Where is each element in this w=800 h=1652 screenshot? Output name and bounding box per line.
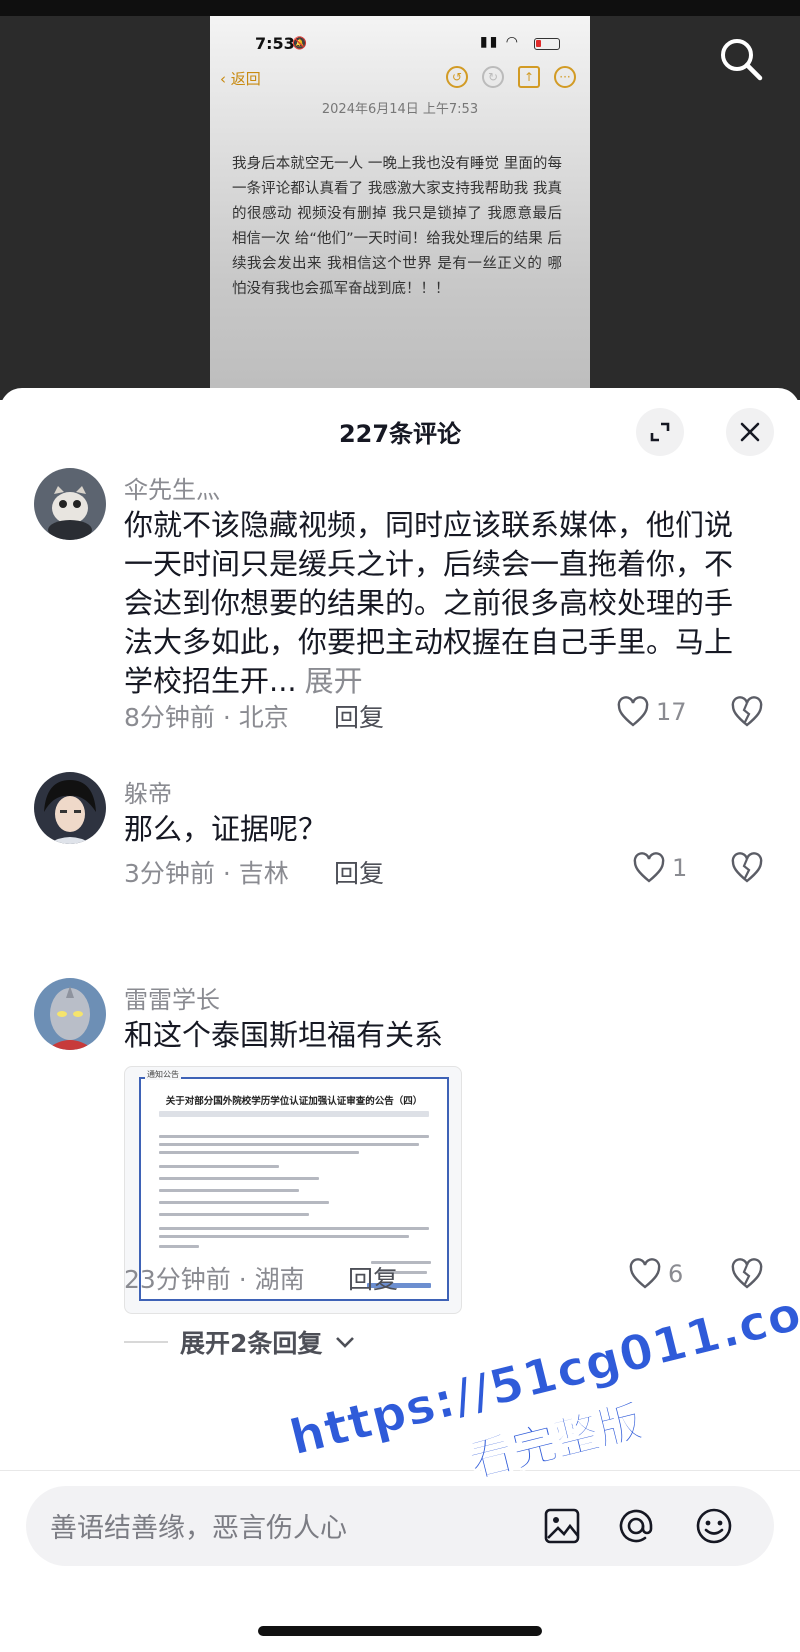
comment-author[interactable]: 伞先生灬 [124, 470, 220, 505]
comment-input[interactable]: 善语结善缘，恶言伤人心 [26, 1486, 774, 1566]
notice-line [159, 1177, 319, 1180]
notice-line [159, 1201, 329, 1204]
notice-line [159, 1213, 309, 1216]
battery-icon [534, 38, 560, 50]
at-icon[interactable] [614, 1504, 658, 1548]
note-back-link: ‹ 返回 [220, 70, 261, 88]
note-screenshot: 7:53 🔕 ▮▮ ◠ ‹ 返回 ↺ ↻ ↑ ··· 2024年6月14日 上午… [210, 16, 590, 396]
home-indicator [258, 1626, 542, 1636]
search-icon[interactable] [718, 36, 764, 82]
avatar[interactable] [34, 978, 106, 1050]
close-icon[interactable] [726, 408, 774, 456]
notice-line [159, 1189, 299, 1192]
mute-bell-icon: 🔕 [292, 36, 307, 50]
comment-text: 你就不该隐藏视频，同时应该联系媒体，他们说一天时间只是缓兵之计，后续会一直拖着你… [124, 506, 754, 701]
note-status-time: 7:53 [255, 34, 295, 53]
like-count: 6 [668, 1260, 684, 1288]
more-icon: ··· [554, 66, 576, 88]
like-count: 17 [656, 698, 687, 726]
avatar[interactable] [34, 772, 106, 844]
notice-line [159, 1235, 409, 1238]
expand-link[interactable]: 展开 [305, 664, 363, 698]
expand-replies-label: 展开2条回复 [180, 1329, 323, 1358]
note-date: 2024年6月14日 上午7:53 [321, 102, 479, 117]
broken-heart-icon [731, 852, 763, 883]
notice-line [159, 1135, 429, 1138]
expand-replies-button[interactable]: 展开2条回复 [124, 1324, 356, 1360]
comment-meta: 3分钟前 · 吉林 [124, 859, 289, 888]
notice-line [159, 1111, 429, 1117]
heart-icon [633, 852, 665, 883]
divider [0, 1470, 800, 1471]
notice-line [159, 1143, 419, 1146]
like-button[interactable]: 17 [616, 696, 687, 728]
reply-button[interactable]: 回复 [348, 1260, 398, 1296]
like-button[interactable]: 6 [628, 1258, 683, 1290]
notice-line [159, 1165, 279, 1168]
comment-text: 那么，证据呢？ [124, 812, 328, 846]
dislike-button[interactable] [730, 1258, 764, 1294]
broken-heart-icon [731, 696, 763, 727]
video-player[interactable]: 7:53 🔕 ▮▮ ◠ ‹ 返回 ↺ ↻ ↑ ··· 2024年6月14日 上午… [0, 0, 800, 400]
notice-line [159, 1151, 359, 1154]
top-edge [0, 0, 800, 16]
comment-meta: 8分钟前 · 北京 [124, 703, 289, 732]
note-back-label: 返回 [230, 70, 261, 88]
notice-header: 通知公告 [145, 1069, 181, 1080]
signal-wifi-icon: ▮▮ ◠ [479, 34, 520, 50]
notice-line [159, 1227, 429, 1230]
heart-icon [617, 696, 649, 727]
reply-button[interactable]: 回复 [334, 854, 384, 890]
reply-button[interactable]: 回复 [334, 698, 384, 734]
share-icon: ↑ [518, 66, 540, 88]
comment-author[interactable]: 雷雷学长 [124, 980, 220, 1015]
dislike-button[interactable] [730, 852, 764, 888]
heart-icon [629, 1258, 661, 1289]
note-body: 我身后本就空无一人 一晚上我也没有睡觉 里面的每一条评论都认真看了 我感激大家支… [232, 156, 562, 297]
comment-text-body: 你就不该隐藏视频，同时应该联系媒体，他们说一天时间只是缓兵之计，后续会一直拖着你… [124, 508, 734, 698]
avatar[interactable] [34, 468, 106, 540]
comment-meta: 23分钟前 · 湖南 [124, 1265, 305, 1294]
redo-icon: ↻ [482, 66, 504, 88]
note-toolbar: ↺ ↻ ↑ ··· [446, 66, 576, 88]
like-count: 1 [672, 854, 688, 882]
comment-input-placeholder: 善语结善缘，恶言伤人心 [50, 1513, 347, 1544]
like-button[interactable]: 1 [632, 852, 687, 884]
chevron-down-icon [336, 1337, 355, 1348]
expand-icon[interactable] [636, 408, 684, 456]
broken-heart-icon [731, 1258, 763, 1289]
comment-author[interactable]: 躲帝 [124, 774, 172, 809]
notice-line [159, 1245, 199, 1248]
comment-text: 和这个泰国斯坦福有关系 [124, 1018, 444, 1052]
dislike-button[interactable] [730, 696, 764, 732]
undo-icon: ↺ [446, 66, 468, 88]
emoji-icon[interactable] [692, 1504, 736, 1548]
image-icon[interactable] [540, 1504, 584, 1548]
notice-title: 关于对部分国外院校学历学位认证加强认证审查的公告（四） [165, 1096, 423, 1107]
divider [124, 1341, 168, 1343]
